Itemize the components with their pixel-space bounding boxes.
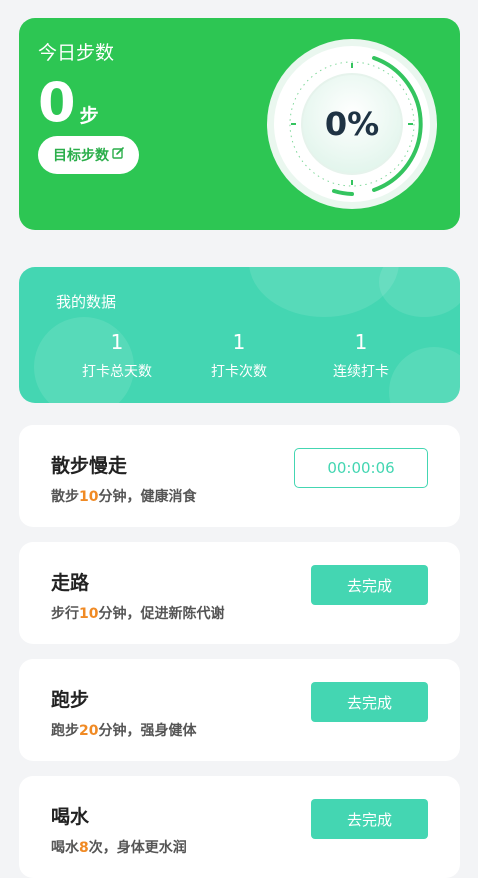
decor-bubble [249,267,399,317]
task-desc-prefix: 跑步 [51,723,79,739]
task-name: 走路 [51,572,90,594]
step-count: 0 步 [38,76,99,130]
task-description: 跑步20分钟，强身健体 [51,720,196,740]
task-desc-prefix: 散步 [51,489,79,505]
task-desc-suffix: 分钟，促进新陈代谢 [98,606,225,622]
task-desc-suffix: 分钟，健康消食 [98,489,197,505]
today-steps-card: 今日步数 0 步 目标步数 0% [19,18,460,230]
complete-button[interactable]: 去完成 [311,565,428,605]
step-count-value: 0 [38,71,76,134]
task-name: 喝水 [51,806,90,828]
task-card-stroll: 散步慢走 散步10分钟，健康消食 00:00:06 [19,425,460,527]
task-name: 跑步 [51,689,90,711]
task-name: 散步慢走 [51,455,128,477]
my-data-title: 我的数据 [56,293,117,311]
task-desc-highlight: 20 [79,723,99,739]
task-desc-suffix: 次，身体更水润 [88,840,187,856]
task-description: 散步10分钟，健康消食 [51,486,196,506]
stat-label: 打卡总天数 [82,364,152,380]
complete-button[interactable]: 去完成 [311,682,428,722]
complete-button[interactable]: 去完成 [311,799,428,839]
step-count-unit: 步 [79,105,99,127]
task-desc-prefix: 步行 [51,606,79,622]
my-data-card: 我的数据 1 打卡总天数 1 打卡次数 1 连续打卡 [19,267,460,403]
task-desc-suffix: 分钟，强身健体 [98,723,197,739]
stat-total-days: 1 打卡总天数 [57,329,177,381]
stat-value: 1 [354,330,368,354]
task-card-walk: 走路 步行10分钟，促进新陈代谢 去完成 [19,542,460,644]
steps-title: 今日步数 [38,42,115,64]
task-desc-highlight: 8 [79,840,89,856]
task-desc-highlight: 10 [79,606,99,622]
edit-icon [112,147,124,163]
progress-ring: 0% [264,36,440,212]
stat-label: 打卡次数 [211,364,267,380]
goal-steps-label: 目标步数 [53,148,109,164]
goal-steps-button[interactable]: 目标步数 [38,136,139,174]
task-card-water: 喝水 喝水8次，身体更水润 去完成 [19,776,460,878]
stat-streak: 1 连续打卡 [301,329,421,381]
task-description: 步行10分钟，促进新陈代谢 [51,603,224,623]
progress-percent: 0% [324,105,380,143]
task-desc-prefix: 喝水 [51,840,79,856]
task-description: 喝水8次，身体更水润 [51,837,187,857]
decor-bubble [379,267,460,317]
stat-value: 1 [110,330,124,354]
task-desc-highlight: 10 [79,489,99,505]
stat-label: 连续打卡 [333,364,389,380]
task-card-run: 跑步 跑步20分钟，强身健体 去完成 [19,659,460,761]
stat-checkin-count: 1 打卡次数 [179,329,299,381]
task-timer[interactable]: 00:00:06 [294,448,428,488]
stat-value: 1 [232,330,246,354]
